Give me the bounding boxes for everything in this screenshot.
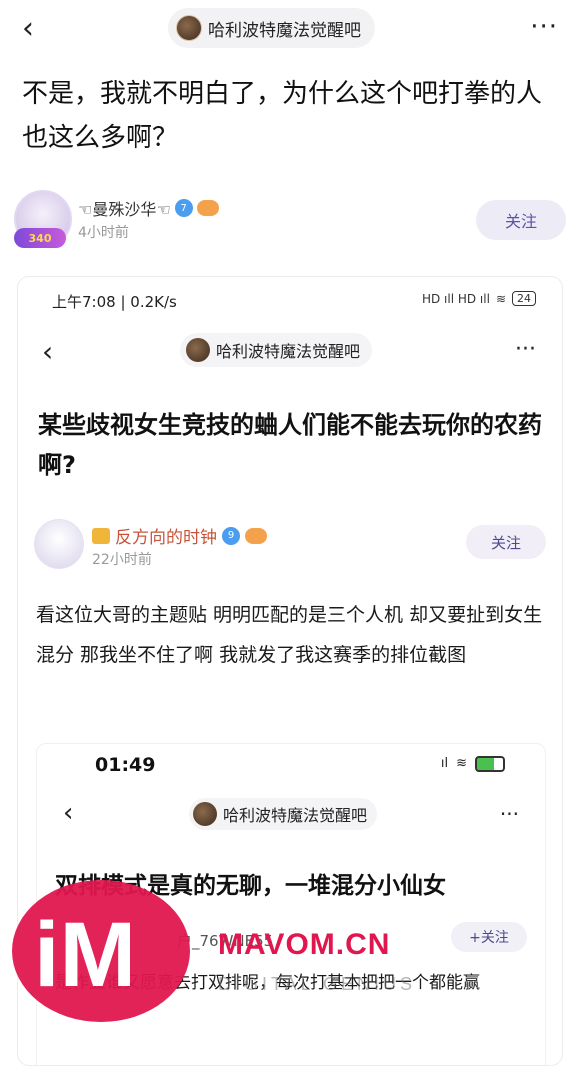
forum-avatar [186, 338, 210, 362]
watermark-logo: iM [34, 904, 137, 1006]
screenshot-post-body: 看这位大哥的主题贴 明明匹配的是三个人机 却又要扯到女生混分 那我坐不住了啊 我… [36, 604, 543, 666]
status-icons: ıl ≋ [441, 756, 505, 772]
more-options-icon[interactable]: ··· [530, 12, 558, 42]
follow-button[interactable]: 关注 [476, 200, 566, 240]
author-row: 340 ☜曼殊沙华☜ 7 4小时前 关注 [14, 190, 566, 250]
watermark-site: MAVOM.CN [218, 928, 391, 961]
game-badge-icon [196, 200, 219, 216]
back-icon[interactable]: ‹ [22, 12, 48, 46]
watermark-subtitle: DIGITAL GENIUS [218, 974, 417, 994]
screenshot-post-title: 某些歧视女生竞技的蛐人们能不能去玩你的农药啊? [38, 411, 542, 479]
status-bar: 上午7:08 | 0.2K/s HD ıll HD ıll ≋ 24 [18, 291, 562, 313]
avatar [34, 519, 84, 569]
forum-pill[interactable]: 哈利波特魔法觉醒吧 [168, 8, 375, 48]
forum-name: 哈利波特魔法觉醒吧 [208, 20, 361, 41]
post-time: 4小时前 [78, 225, 129, 241]
author-name-text: ☜曼殊沙华☜ [78, 200, 171, 219]
forum-avatar [193, 802, 217, 826]
signal-icon: HD ıll HD ıll [421, 291, 490, 306]
wifi-icon: ≋ [495, 291, 506, 306]
status-time: 上午7:08 | 0.2K/s [52, 293, 177, 311]
status-icons: HD ıll HD ıll ≋ 24 [422, 291, 536, 306]
post-title: 不是，我就不明白了，为什么这个吧打拳的人也这么多啊？ [22, 79, 543, 153]
signal-icon: ıl [440, 756, 449, 771]
forum-pill: 哈利波特魔法觉醒吧 [180, 333, 373, 367]
game-badge-icon [245, 527, 267, 544]
screenshot-author-row: 反方向的时钟 9 22小时前 关注 [34, 519, 546, 575]
crown-icon [92, 527, 110, 544]
back-icon: ‹ [42, 335, 54, 368]
author-name[interactable]: ☜曼殊沙华☜ 7 [78, 196, 219, 220]
battery-icon: 24 [512, 291, 536, 306]
status-time: 01:49 [95, 754, 156, 776]
forum-name: 哈利波特魔法觉醒吧 [216, 342, 361, 361]
forum-name: 哈利波特魔法觉醒吧 [223, 806, 368, 825]
post-time: 22小时前 [92, 552, 152, 568]
battery-icon [475, 756, 505, 772]
forum-avatar [176, 15, 202, 41]
avatar-badge: 340 [14, 228, 66, 248]
top-nav-bar: ‹ 哈利波特魔法觉醒吧 ··· [0, 0, 580, 58]
wifi-icon: ≋ [456, 756, 467, 771]
level-badge: 9 [222, 526, 240, 545]
author-name-text: 反方向的时钟 [115, 528, 217, 548]
more-options-icon: ··· [515, 337, 536, 362]
author-name: 反方向的时钟 9 [92, 523, 267, 548]
follow-button: 关注 [466, 525, 546, 559]
level-badge: 7 [174, 199, 193, 217]
more-options-icon: ··· [499, 802, 519, 826]
back-icon: ‹ [63, 798, 74, 828]
forum-pill: 哈利波特魔法觉醒吧 [189, 798, 378, 830]
follow-button: +关注 [451, 922, 527, 952]
